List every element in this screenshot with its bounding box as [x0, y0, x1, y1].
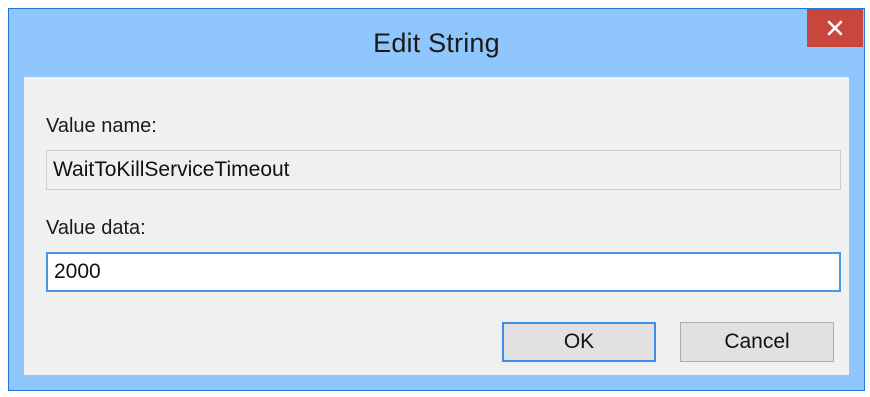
value-data-label: Value data:: [46, 217, 146, 239]
window-frame-right: [849, 77, 864, 390]
value-name-field: WaitToKillServiceTimeout: [46, 150, 841, 190]
close-button[interactable]: [807, 9, 863, 47]
dialog-title: Edit String: [373, 28, 500, 58]
value-name-label: Value name:: [46, 115, 157, 137]
close-icon: [827, 20, 843, 36]
value-data-input[interactable]: 2000: [46, 252, 841, 292]
window-frame-bottom: [9, 375, 864, 390]
dialog-body: Value name: WaitToKillServiceTimeout Val…: [24, 77, 849, 375]
title-bar[interactable]: Edit String: [9, 9, 864, 77]
ok-button[interactable]: OK: [502, 322, 656, 362]
edit-string-dialog: Edit String Value name: WaitToKillServic…: [8, 8, 865, 391]
window-frame-left: [9, 77, 24, 390]
cancel-button[interactable]: Cancel: [680, 322, 834, 362]
